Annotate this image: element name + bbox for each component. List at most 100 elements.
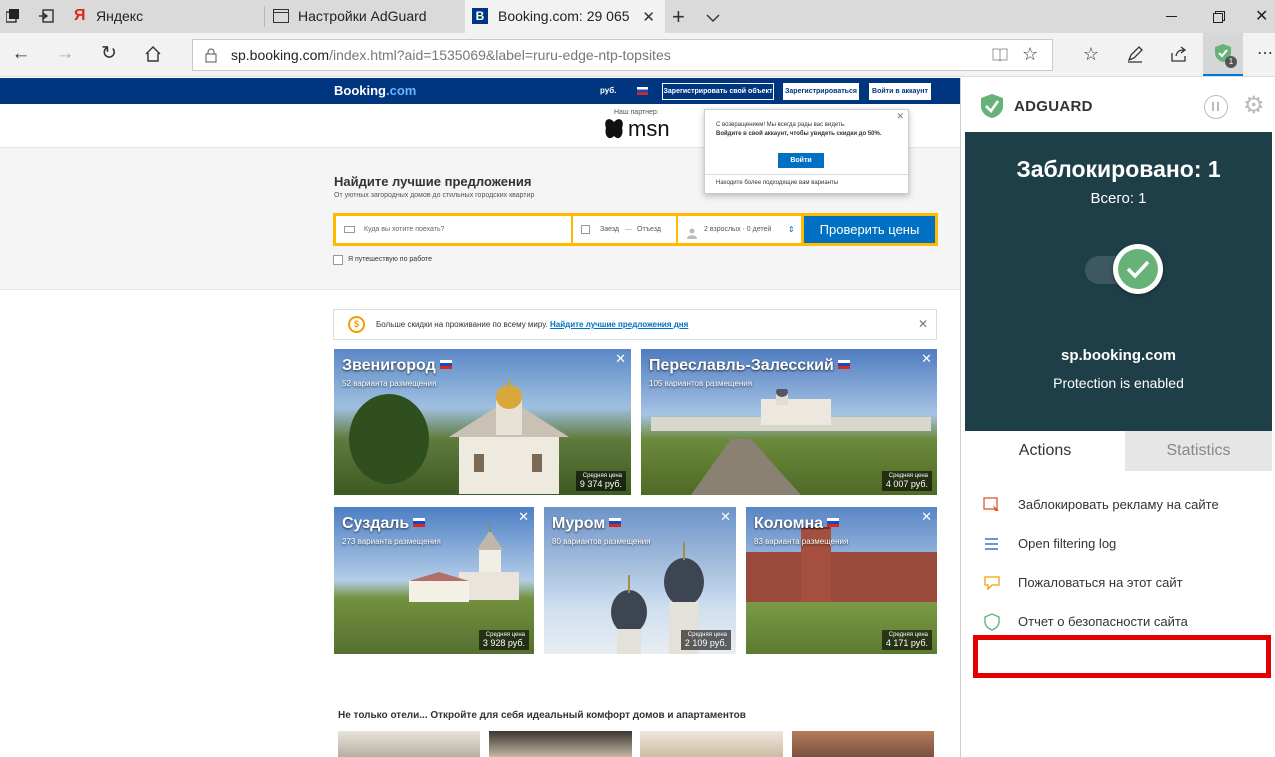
favorites-icon[interactable]: ☆	[1078, 43, 1104, 65]
tab-title: Booking.com: 29 065 49	[498, 8, 633, 24]
popup-close-icon[interactable]: ✕	[896, 111, 904, 122]
banner-link[interactable]: Найдите лучшие предложения дня	[550, 320, 688, 329]
home-card[interactable]	[338, 731, 480, 757]
card-close-icon[interactable]: ✕	[921, 509, 932, 525]
refresh-icon[interactable]: ↻	[96, 43, 122, 65]
currency-selector[interactable]: руб.	[600, 86, 616, 95]
tab-actions[interactable]: Actions	[965, 431, 1125, 471]
updown-icon: ⇕	[788, 225, 795, 234]
more-menu-icon[interactable]: ⋯	[1252, 43, 1275, 65]
yandex-icon: Я	[74, 7, 86, 24]
booking-page: Booking.com руб. Зарегистрировать свой о…	[0, 78, 960, 757]
popup-footer[interactable]: Находите более подходящие вам варианты	[716, 180, 838, 186]
banner-close-icon[interactable]: ✕	[918, 317, 928, 331]
adguard-brand: ADGUARD	[1014, 98, 1093, 115]
city-count: 105 вариантов размещения	[649, 379, 753, 388]
tab-adguard-settings[interactable]: Настройки AdGuard	[265, 0, 465, 33]
card-close-icon[interactable]: ✕	[615, 351, 626, 367]
city-price: Средняя цена 9 374 руб.	[575, 471, 626, 491]
restore-icon[interactable]	[1213, 10, 1225, 28]
list-icon	[983, 535, 1001, 553]
msn-logo[interactable]: msn	[603, 116, 673, 146]
back-icon[interactable]: ←	[8, 43, 34, 65]
russia-flag-icon	[439, 360, 452, 369]
city-card-murom[interactable]: Муром 80 вариантов размещения Средняя це…	[544, 507, 736, 654]
protection-status-panel: Заблокировано: 1 Всего: 1 sp.booking.com…	[965, 132, 1272, 431]
city-count: 83 варианта размещения	[754, 537, 849, 546]
checkout-label: Отъезд	[637, 226, 661, 233]
check-prices-button[interactable]: Проверить цены	[804, 216, 935, 243]
adguard-extension-button[interactable]: 1	[1203, 33, 1243, 76]
popup-login-button[interactable]: Войти	[778, 153, 824, 168]
share-icon[interactable]	[1166, 43, 1192, 69]
dates-input[interactable]: Заезд — Отъезд	[573, 216, 676, 243]
city-card-suzdal[interactable]: Суздаль 273 варианта размещения Средняя …	[334, 507, 534, 654]
complaint-icon	[983, 574, 1001, 592]
favorite-star-icon[interactable]: ☆	[1022, 44, 1038, 65]
work-trip-checkbox[interactable]	[333, 255, 343, 265]
card-close-icon[interactable]: ✕	[518, 509, 529, 525]
highlight-box	[973, 635, 1271, 678]
forward-icon[interactable]: →	[52, 43, 78, 65]
new-tab-icon[interactable]: +	[672, 4, 685, 30]
page-icon	[273, 9, 289, 26]
register-property-button[interactable]: Зарегистрировать свой объект	[662, 83, 774, 100]
destination-placeholder: Куда вы хотите поехать?	[364, 226, 445, 233]
action-security-report[interactable]: Отчет о безопасности сайта	[983, 611, 1273, 633]
checkin-label: Заезд	[600, 226, 620, 233]
city-card-pereslavl[interactable]: Переславль-Залесский 105 вариантов разме…	[641, 349, 937, 495]
tab-actions-icon[interactable]	[5, 9, 20, 23]
adguard-popup: ADGUARD ⚙ Заблокировано: 1 Всего: 1 sp.b…	[960, 78, 1275, 757]
card-close-icon[interactable]: ✕	[921, 351, 932, 367]
partner-name: msn	[628, 116, 670, 141]
city-card-zvenigorod[interactable]: Звенигород 52 варианта размещения Средня…	[334, 349, 631, 495]
guests-label: 2 взрослых · 0 детей	[704, 226, 772, 233]
language-flag-icon[interactable]	[637, 87, 648, 95]
home-card[interactable]	[489, 731, 632, 757]
minimize-icon[interactable]	[1166, 16, 1177, 17]
homes-section-title: Не только отели... Откройте для себя иде…	[338, 710, 746, 721]
tab-yandex[interactable]: Я Яндекс	[64, 0, 264, 33]
tab-booking[interactable]: B Booking.com: 29 065 49 ✕	[465, 0, 665, 33]
city-price: Средняя цена 3 928 руб.	[478, 630, 529, 650]
url-text: sp.booking.com/index.html?aid=1535069&la…	[231, 47, 671, 63]
settings-gear-icon[interactable]: ⚙	[1243, 93, 1265, 119]
set-aside-tabs-icon[interactable]	[38, 9, 54, 23]
action-report-site[interactable]: Пожаловаться на этот сайт	[983, 572, 1273, 594]
search-title: Найдите лучшие предложения	[334, 174, 532, 189]
work-trip-label: Я путешествую по работе	[348, 256, 432, 263]
tab-list-chevron-icon[interactable]	[706, 10, 720, 28]
home-card[interactable]	[640, 731, 783, 757]
action-block-ads[interactable]: Заблокировать рекламу на сайте	[983, 494, 1273, 516]
destination-input[interactable]: Куда вы хотите поехать?	[336, 216, 571, 243]
home-card[interactable]	[792, 731, 934, 757]
site-domain: sp.booking.com	[1060, 347, 1176, 364]
guests-select[interactable]: 2 взрослых · 0 детей ⇕	[678, 216, 801, 243]
city-card-kolomna[interactable]: Коломна 83 варианта размещения Средняя ц…	[746, 507, 937, 654]
address-toolbar: ← → ↻ sp.booking.com/index.html?aid=1535…	[0, 33, 1275, 77]
action-filtering-log[interactable]: Open filtering log	[983, 533, 1273, 555]
city-name: Суздаль	[342, 515, 426, 533]
tab-statistics[interactable]: Statistics	[1125, 431, 1272, 471]
reading-view-icon[interactable]	[992, 47, 1008, 67]
toggle-check-icon[interactable]	[1113, 244, 1163, 294]
tab-title: Яндекс	[96, 8, 144, 24]
total-count: Всего: 1	[1090, 190, 1147, 207]
city-name: Переславль-Залесский	[649, 357, 850, 375]
close-window-icon[interactable]: ✕	[1255, 6, 1268, 26]
block-ad-icon	[983, 496, 1001, 514]
home-icon[interactable]	[140, 43, 166, 69]
russia-flag-icon	[609, 518, 622, 527]
address-bar[interactable]: sp.booking.com/index.html?aid=1535069&la…	[192, 39, 1053, 71]
close-tab-icon[interactable]: ✕	[642, 8, 655, 26]
booking-logo[interactable]: Booking.com	[334, 83, 416, 98]
search-bar: Куда вы хотите поехать? Заезд — Отъезд 2…	[333, 213, 938, 246]
register-button[interactable]: Зарегистрироваться	[783, 83, 859, 100]
extension-badge: 1	[1225, 56, 1237, 68]
pause-icon[interactable]	[1204, 95, 1228, 119]
login-button[interactable]: Войти в аккаунт	[869, 83, 931, 100]
protection-status: Protection is enabled	[1053, 375, 1184, 391]
pen-icon[interactable]	[1122, 43, 1148, 69]
card-close-icon[interactable]: ✕	[720, 509, 731, 525]
city-count: 80 вариантов размещения	[552, 537, 651, 546]
